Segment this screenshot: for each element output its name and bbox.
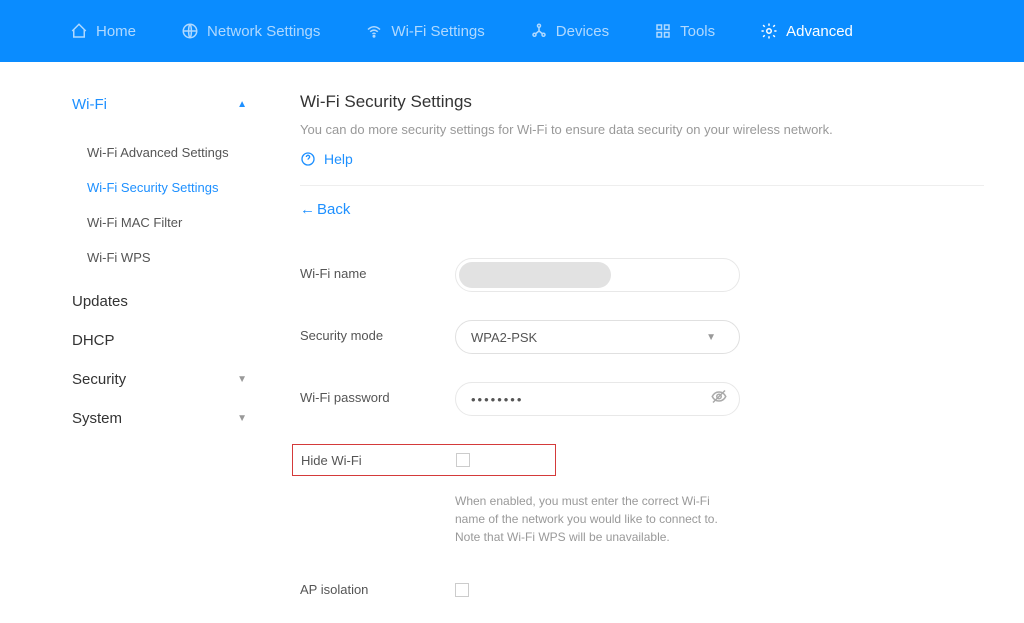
help-label: Help — [324, 151, 353, 167]
hide-wifi-highlight: Hide Wi-Fi — [292, 444, 556, 476]
sidebar-wifi-mac[interactable]: Wi-Fi MAC Filter — [87, 205, 255, 240]
back-link[interactable]: ← Back — [300, 201, 984, 218]
sidebar-security[interactable]: Security ▼ — [72, 367, 255, 392]
top-navigation: Home Network Settings Wi-Fi Settings Dev… — [0, 0, 1024, 62]
nav-network-label: Network Settings — [207, 23, 320, 40]
hide-wifi-label: Hide Wi-Fi — [301, 453, 456, 468]
security-mode-select[interactable]: WPA2-PSK ▼ — [455, 320, 740, 354]
chevron-down-icon: ▼ — [237, 374, 247, 385]
page-description: You can do more security settings for Wi… — [300, 122, 984, 137]
back-arrow-icon: ← — [300, 201, 315, 218]
security-mode-value: WPA2-PSK — [471, 330, 537, 345]
sidebar-wifi-advanced[interactable]: Wi-Fi Advanced Settings — [87, 135, 255, 170]
ap-isolation-label: AP isolation — [300, 574, 455, 597]
sidebar-system[interactable]: System ▼ — [72, 406, 255, 431]
wifi-name-input[interactable] — [455, 258, 740, 292]
sidebar-wifi-wps[interactable]: Wi-Fi WPS — [87, 240, 255, 275]
tools-icon — [654, 22, 672, 40]
content-area: Wi-Fi Security Settings You can do more … — [270, 62, 1024, 623]
divider — [300, 185, 984, 186]
nav-home[interactable]: Home — [70, 22, 136, 40]
wifi-icon — [365, 22, 383, 40]
hide-wifi-hint: When enabled, you must enter the correct… — [455, 492, 740, 546]
chevron-up-icon: ▲ — [237, 99, 247, 110]
nav-wifi[interactable]: Wi-Fi Settings — [365, 22, 484, 40]
nav-advanced[interactable]: Advanced — [760, 22, 853, 40]
eye-off-icon[interactable] — [710, 388, 728, 411]
nav-devices[interactable]: Devices — [530, 22, 609, 40]
sidebar-system-label: System — [72, 410, 122, 427]
help-icon — [300, 151, 316, 167]
sidebar: Wi-Fi ▲ Wi-Fi Advanced Settings Wi-Fi Se… — [0, 62, 270, 623]
sidebar-security-label: Security — [72, 371, 126, 388]
sidebar-updates-label: Updates — [72, 293, 128, 310]
wifi-name-label: Wi-Fi name — [300, 258, 455, 281]
gear-icon — [760, 22, 778, 40]
wifi-password-label: Wi-Fi password — [300, 382, 455, 405]
devices-icon — [530, 22, 548, 40]
nav-network[interactable]: Network Settings — [181, 22, 320, 40]
sidebar-wifi[interactable]: Wi-Fi ▲ — [72, 92, 255, 117]
nav-devices-label: Devices — [556, 23, 609, 40]
sidebar-wifi-security[interactable]: Wi-Fi Security Settings — [87, 170, 255, 205]
sidebar-dhcp[interactable]: DHCP — [72, 328, 255, 353]
globe-icon — [181, 22, 199, 40]
security-mode-label: Security mode — [300, 320, 455, 343]
nav-advanced-label: Advanced — [786, 23, 853, 40]
back-label: Back — [317, 201, 350, 218]
chevron-down-icon: ▼ — [237, 413, 247, 424]
help-link[interactable]: Help — [300, 151, 984, 167]
page-title: Wi-Fi Security Settings — [300, 92, 984, 112]
sidebar-updates[interactable]: Updates — [72, 289, 255, 314]
sidebar-wifi-label: Wi-Fi — [72, 96, 107, 113]
chevron-down-icon: ▼ — [706, 332, 716, 343]
redacted-value — [459, 262, 611, 288]
nav-wifi-label: Wi-Fi Settings — [391, 23, 484, 40]
ap-isolation-checkbox[interactable] — [455, 583, 469, 597]
wifi-password-input[interactable] — [455, 382, 740, 416]
nav-tools[interactable]: Tools — [654, 22, 715, 40]
hide-wifi-checkbox[interactable] — [456, 453, 470, 467]
nav-tools-label: Tools — [680, 23, 715, 40]
nav-home-label: Home — [96, 23, 136, 40]
home-icon — [70, 22, 88, 40]
sidebar-dhcp-label: DHCP — [72, 332, 115, 349]
